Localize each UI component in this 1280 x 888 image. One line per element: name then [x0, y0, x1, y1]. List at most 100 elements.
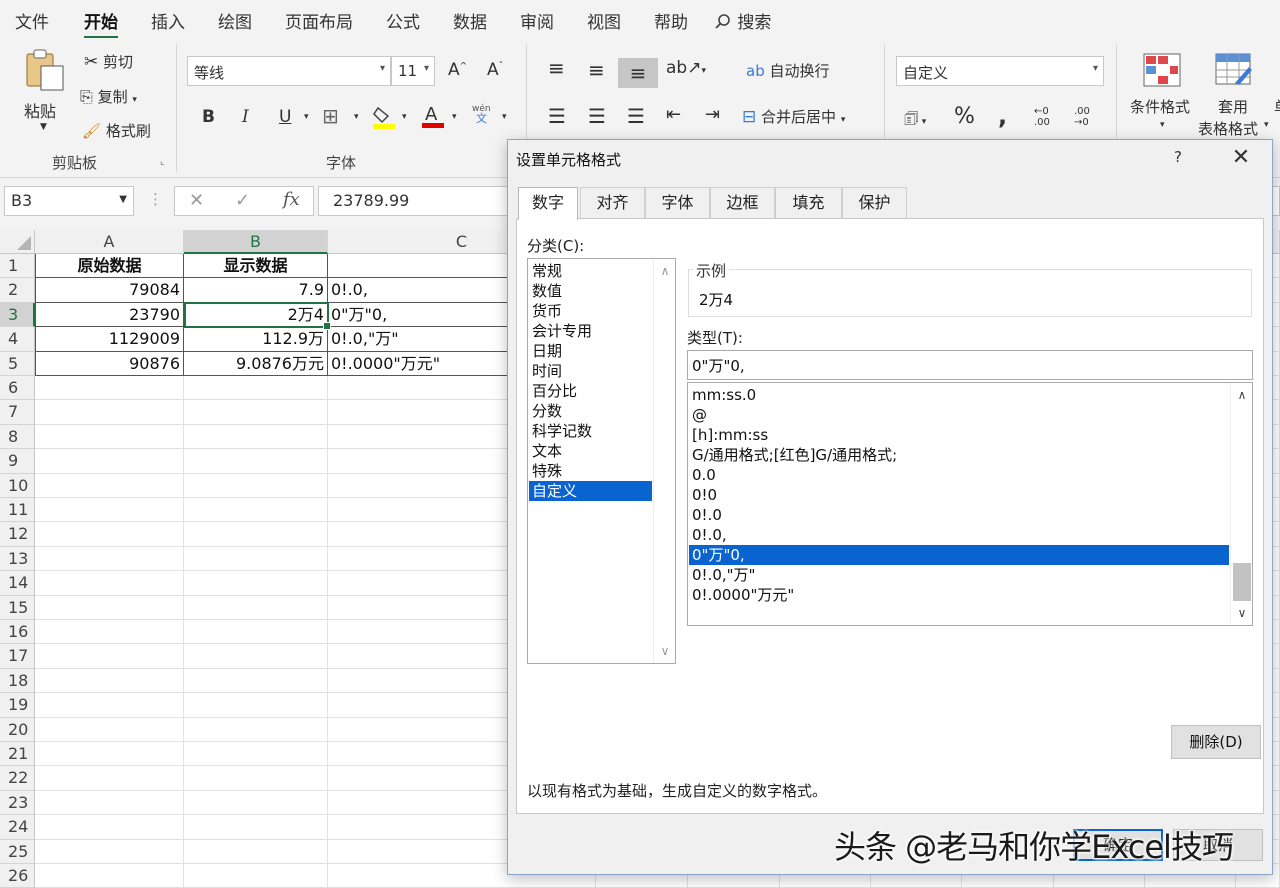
row-header[interactable]: 9 [0, 449, 35, 474]
row-header[interactable]: 2 [0, 278, 35, 303]
format-painter-button[interactable]: 🖌 格式刷 [82, 120, 151, 141]
conditional-dropdown-icon[interactable]: ▾ [1160, 120, 1165, 130]
empty-cell[interactable] [184, 376, 328, 401]
empty-cell[interactable] [184, 498, 328, 523]
empty-cell[interactable] [184, 693, 328, 718]
empty-cell[interactable] [35, 376, 184, 401]
paste-icon[interactable] [22, 48, 66, 92]
close-icon[interactable]: ✕ [1226, 144, 1256, 172]
conditional-format-icon[interactable] [1142, 52, 1182, 88]
row-header[interactable]: 11 [0, 498, 35, 523]
category-item[interactable]: 数值 [529, 281, 652, 301]
row-header[interactable]: 19 [0, 693, 35, 718]
empty-cell[interactable] [184, 620, 328, 645]
underline-dropdown-icon[interactable]: ▾ [304, 112, 309, 122]
tab-page-layout[interactable]: 页面布局 [285, 8, 353, 33]
align-right-icon[interactable]: ☰ [627, 104, 645, 128]
align-left-icon[interactable]: ☰ [548, 104, 566, 128]
empty-cell[interactable] [184, 815, 328, 840]
align-bottom-icon[interactable]: ≡ [618, 58, 658, 88]
align-center-icon[interactable]: ☰ [588, 104, 606, 128]
font-name-combo[interactable]: 等线 ▾ [187, 56, 391, 86]
empty-cell[interactable] [184, 790, 328, 816]
empty-cell[interactable] [35, 424, 184, 450]
empty-cell[interactable] [184, 644, 328, 669]
tab-review[interactable]: 审阅 [520, 8, 554, 33]
empty-cell[interactable] [35, 839, 184, 864]
empty-cell[interactable] [35, 498, 184, 523]
empty-cell[interactable] [35, 693, 184, 718]
empty-cell[interactable] [35, 717, 184, 742]
tab-number[interactable]: 数字 [518, 187, 578, 220]
font-color-dropdown-icon[interactable]: ▾ [452, 112, 457, 122]
comma-style-icon[interactable]: , [998, 102, 1007, 130]
cell-b4[interactable]: 112.9万 [184, 327, 328, 352]
type-item[interactable]: 0!.0, [689, 525, 1229, 545]
tab-insert[interactable]: 插入 [151, 8, 185, 33]
name-box[interactable]: B3 ▼ [4, 186, 134, 216]
enter-icon[interactable]: ✓ [235, 190, 250, 211]
row-header[interactable]: 10 [0, 473, 35, 498]
shrink-font-icon[interactable]: Aˇ [487, 60, 503, 80]
category-item[interactable]: 常规 [529, 261, 652, 281]
borders-dropdown-icon[interactable]: ▾ [354, 112, 359, 122]
empty-cell[interactable] [35, 595, 184, 620]
empty-cell[interactable] [35, 522, 184, 547]
delete-button[interactable]: 删除(D) [1171, 725, 1261, 759]
row-header[interactable]: 25 [0, 839, 35, 864]
tab-border[interactable]: 边框 [710, 187, 775, 219]
empty-cell[interactable] [35, 815, 184, 840]
empty-cell[interactable] [184, 864, 328, 888]
tab-fill[interactable]: 填充 [775, 187, 842, 219]
type-item[interactable]: mm:ss.0 [689, 385, 1229, 405]
category-item[interactable]: 日期 [529, 341, 652, 361]
type-item[interactable]: [h]:mm:ss [689, 425, 1229, 445]
cell-a4[interactable]: 1129009 [35, 327, 184, 352]
row-header[interactable]: 18 [0, 668, 35, 694]
italic-button[interactable]: I [242, 107, 249, 127]
dialog-launcher-icon[interactable]: ⌞ [160, 156, 165, 167]
type-item[interactable]: G/通用格式;[红色]G/通用格式; [689, 445, 1229, 465]
category-list[interactable]: 常规 数值 货币 会计专用 日期 时间 百分比 分数 科学记数 文本 特殊 自定… [527, 258, 676, 664]
empty-cell[interactable] [184, 839, 328, 864]
tab-help[interactable]: 帮助 [654, 8, 688, 33]
cancel-icon[interactable]: ✕ [189, 190, 204, 211]
empty-cell[interactable] [35, 620, 184, 645]
underline-button[interactable]: U [279, 107, 291, 127]
category-item[interactable]: 科学记数 [529, 421, 652, 441]
tab-font[interactable]: 字体 [645, 187, 710, 219]
empty-cell[interactable] [184, 717, 328, 742]
row-header[interactable]: 5 [0, 351, 35, 376]
align-middle-icon[interactable]: ≡ [588, 58, 605, 82]
accounting-format-icon[interactable]: 🗊 ▾ [904, 108, 926, 135]
percent-icon[interactable]: % [954, 104, 975, 129]
cell-styles-button-partial[interactable]: 单 [1274, 96, 1280, 117]
increase-decimal-icon[interactable]: ←0.00 [1034, 106, 1050, 128]
column-header-a[interactable]: A [35, 230, 184, 254]
cell-a5[interactable]: 90876 [35, 351, 184, 376]
tab-view[interactable]: 视图 [587, 8, 621, 33]
grow-font-icon[interactable]: A^ [448, 60, 467, 80]
decrease-indent-icon[interactable]: ⇤ [666, 104, 681, 125]
category-item[interactable]: 百分比 [529, 381, 652, 401]
empty-cell[interactable] [35, 400, 184, 425]
row-header[interactable]: 12 [0, 522, 35, 547]
type-item[interactable]: 0.0 [689, 465, 1229, 485]
align-top-icon[interactable]: ≡ [548, 56, 565, 80]
row-header[interactable]: 15 [0, 595, 35, 620]
number-format-combo[interactable]: 自定义 ▾ [896, 56, 1104, 86]
category-item[interactable]: 文本 [529, 441, 652, 461]
scroll-up-icon[interactable]: ∧ [654, 261, 675, 281]
row-header[interactable]: 13 [0, 546, 35, 572]
row-header[interactable]: 14 [0, 571, 35, 596]
empty-cell[interactable] [184, 424, 328, 450]
empty-cell[interactable] [35, 790, 184, 816]
conditional-format-button[interactable]: 条件格式 [1130, 96, 1190, 117]
row-header[interactable]: 20 [0, 717, 35, 742]
fill-color-icon[interactable] [372, 104, 396, 130]
type-item[interactable]: 0!.0000"万元" [689, 585, 1229, 605]
orientation-icon[interactable]: ab↗▾ [666, 58, 706, 78]
font-color-icon[interactable]: A [421, 102, 445, 130]
cell-b2[interactable]: 7.9 [184, 278, 328, 303]
cell-b5[interactable]: 9.0876万元 [184, 351, 328, 376]
